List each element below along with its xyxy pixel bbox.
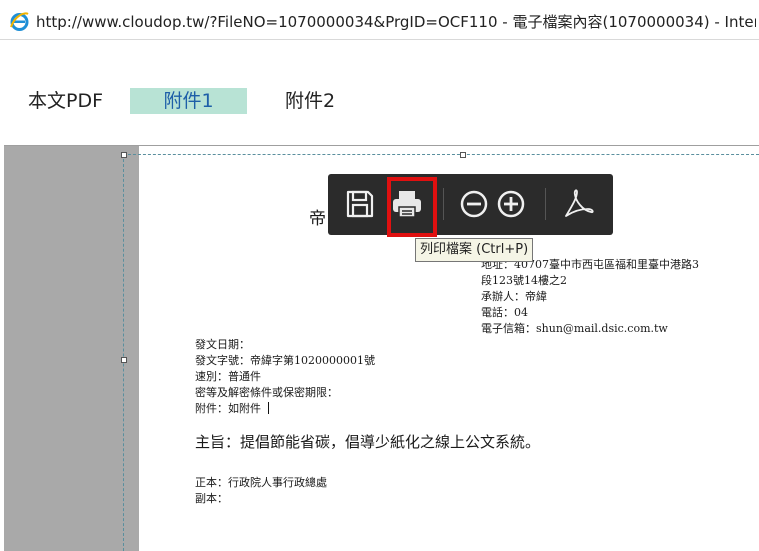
tab-attachment-2[interactable]: 附件2 [270,88,350,114]
save-icon[interactable] [342,186,378,222]
selection-handle[interactable] [121,357,127,363]
acrobat-icon[interactable] [560,186,596,222]
document-recipient: 正本：行政院人事行政總處 [195,476,327,489]
toolbar-separator [545,188,546,220]
window-title-bar: http://www.cloudop.tw/?FileNO=1070000034… [0,0,759,40]
document-address-line2: 段123號14樓之2 [481,274,567,287]
toolbar-separator [443,188,444,220]
document-speed: 速別：普通件 [195,370,261,383]
window-title: http://www.cloudop.tw/?FileNO=1070000034… [36,13,756,31]
document-cc: 副本： [195,492,228,505]
document-date: 發文日期： [195,338,250,351]
tab-main-pdf[interactable]: 本文PDF [28,88,112,114]
viewer-gutter [4,146,139,551]
document-attachment: 附件：如附件 [195,402,261,415]
document-phone: 電話：04 [481,306,528,319]
print-tooltip: 列印檔案 (Ctrl+P) [415,238,534,262]
text-cursor [268,402,269,414]
document-email: 電子信箱：shun@mail.dsic.com.tw [481,322,668,335]
print-button-highlight [387,177,437,237]
document-confidentiality: 密等及解密條件或保密期限： [195,386,338,399]
tab-attachment-1[interactable]: 附件1 [130,88,247,114]
selection-border-left [123,154,124,551]
zoom-in-icon[interactable] [493,186,529,222]
zoom-out-icon[interactable] [456,186,492,222]
document-number: 發文字號：帝緯字第1020000001號 [195,354,375,367]
document-subject: 主旨：提倡節能省碳，倡導少紙化之線上公文系統。 [195,433,541,451]
selection-border-top [123,154,759,155]
selection-handle[interactable] [460,152,466,158]
document-header-char: 帝 [309,209,326,229]
internet-explorer-icon [10,12,29,31]
selection-handle[interactable] [121,152,127,158]
pdf-toolbar [328,174,613,235]
document-handler: 承辦人：帝緯 [481,290,547,303]
